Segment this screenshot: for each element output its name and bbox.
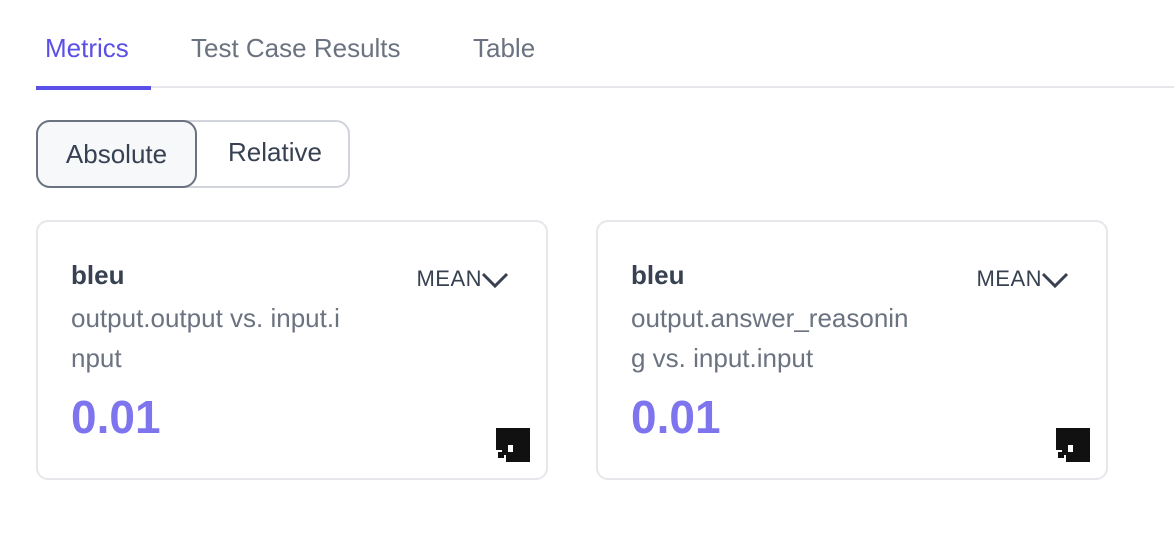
view-mode-toggle: Absolute Relative (36, 120, 350, 188)
logo-icon (1056, 428, 1090, 462)
chevron-down-icon[interactable] (480, 270, 510, 290)
tab-metrics[interactable]: Metrics (36, 33, 151, 90)
tab-bar: Metrics Test Case Results Table (36, 0, 1174, 90)
metric-description: output.answer_reasoning vs. input.input (631, 303, 909, 373)
metric-card: bleu output.output vs. input.input 0.01 … (36, 220, 548, 480)
aggregation-select[interactable]: MEAN (976, 266, 1042, 292)
aggregation-select[interactable]: MEAN (416, 266, 482, 292)
metric-card: bleu output.answer_reasoning vs. input.i… (596, 220, 1108, 480)
metric-value: 0.01 (631, 391, 721, 443)
metric-description: output.output vs. input.input (71, 303, 340, 373)
tab-test-case-results[interactable]: Test Case Results (191, 33, 401, 88)
metric-value: 0.01 (71, 391, 161, 443)
absolute-button[interactable]: Absolute (36, 120, 197, 188)
relative-button[interactable]: Relative (200, 120, 350, 188)
logo-icon (496, 428, 530, 462)
metric-name: bleu (71, 260, 125, 290)
metric-name: bleu (631, 260, 685, 290)
chevron-down-icon[interactable] (1040, 270, 1070, 290)
tab-table[interactable]: Table (473, 33, 535, 88)
